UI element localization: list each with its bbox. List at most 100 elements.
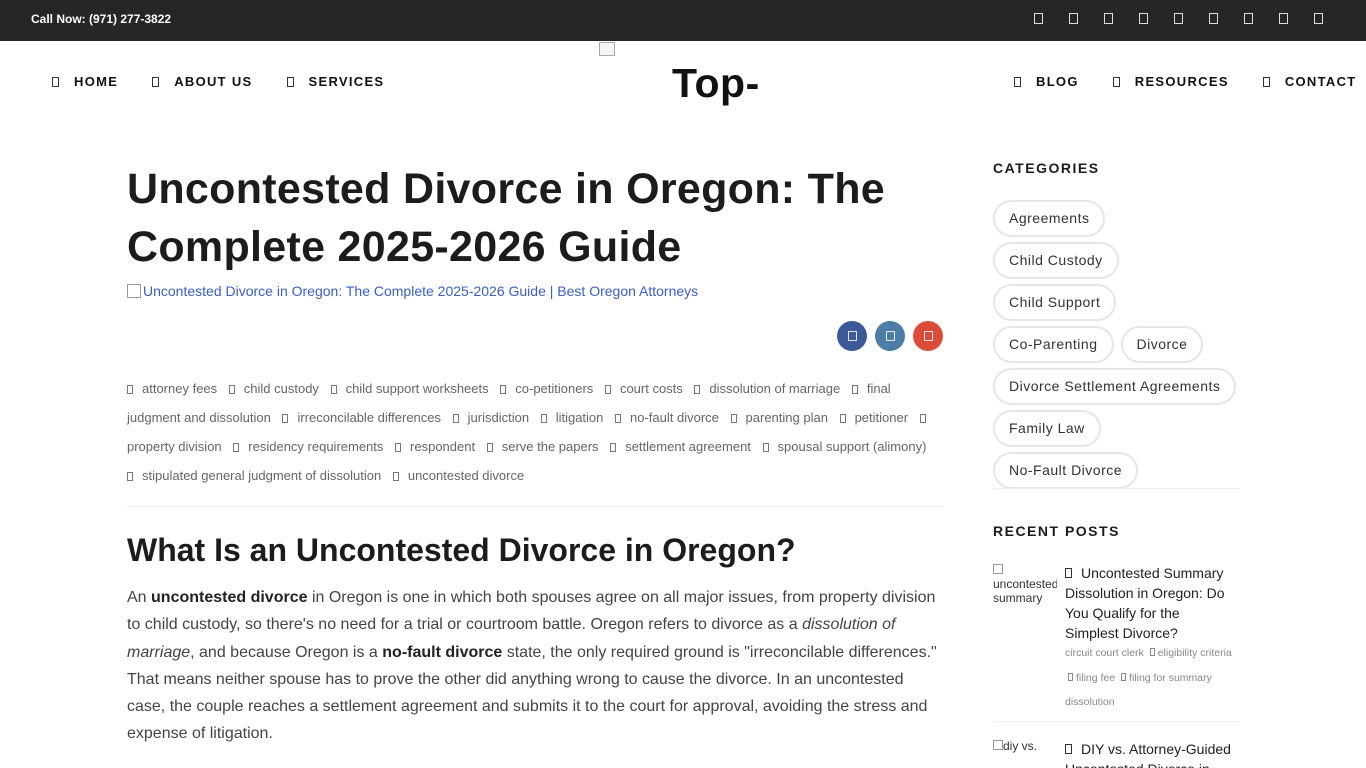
tag-link[interactable]: dissolution of marriage xyxy=(694,381,840,396)
tag-icon xyxy=(395,443,402,452)
tag-link[interactable]: parenting plan xyxy=(730,410,828,425)
tag-icon xyxy=(540,414,547,423)
post-tag-link[interactable]: filing fee xyxy=(1065,672,1115,684)
nav-item-contact[interactable]: CONTACT xyxy=(1262,74,1357,89)
tag-icon xyxy=(694,385,701,394)
post-title[interactable]: Uncontested Summary Dissolution in Orego… xyxy=(1065,563,1235,643)
tag-link[interactable]: no-fault divorce xyxy=(615,410,719,425)
facebook-share-button[interactable] xyxy=(837,321,867,351)
category-pill[interactable]: Child Support xyxy=(993,284,1117,321)
post-tag-link[interactable]: eligibility criteria xyxy=(1147,647,1232,659)
broken-image-icon xyxy=(993,740,1003,750)
tag-link[interactable]: spousal support (alimony) xyxy=(762,439,926,454)
post-thumbnail[interactable]: diy vs. xyxy=(993,739,1057,768)
book-icon xyxy=(1112,76,1120,87)
social-icon-5[interactable] xyxy=(1174,13,1183,24)
tag-icon xyxy=(392,472,399,481)
tag-icon xyxy=(1149,648,1155,656)
nav-item-resources[interactable]: RESOURCES xyxy=(1112,74,1229,89)
tag-icon xyxy=(127,472,133,481)
main-nav-right: BLOG RESOURCES CONTACT xyxy=(1014,74,1357,89)
category-pill[interactable]: Family Law xyxy=(993,410,1101,447)
article-featured-image[interactable]: Uncontested Divorce in Oregon: The Compl… xyxy=(127,283,943,299)
social-icon-8[interactable] xyxy=(1279,13,1288,24)
pen-icon xyxy=(1014,76,1021,87)
category-pill[interactable]: Agreements xyxy=(993,200,1106,237)
tag-icon xyxy=(282,414,289,423)
post-title[interactable]: DIY vs. Attorney-Guided Uncontested Divo… xyxy=(1065,739,1235,768)
article-tags: attorney fees child custody child suppor… xyxy=(127,374,943,490)
tag-icon xyxy=(127,385,133,394)
logo-image[interactable] xyxy=(599,42,615,56)
tag-icon xyxy=(1068,672,1073,681)
tag-link[interactable]: litigation xyxy=(540,410,603,425)
category-pill[interactable]: Divorce xyxy=(1120,326,1204,363)
category-pill[interactable]: No-Fault Divorce xyxy=(993,452,1139,489)
sidebar: CATEGORIES Agreements Child Custody Child … xyxy=(993,160,1240,768)
tag-link[interactable]: court costs xyxy=(604,381,683,396)
categories-list: Agreements Child Custody Child Support Co-P… xyxy=(993,200,1240,494)
tag-link[interactable]: child custody xyxy=(228,381,319,396)
tag-link[interactable]: co-petitioners xyxy=(500,381,593,396)
intro-paragraph: An uncontested divorce in Oregon is one … xyxy=(127,589,937,743)
tag-icon xyxy=(851,385,858,394)
tag-link[interactable]: settlement agreement xyxy=(610,439,751,454)
tag-link[interactable]: irreconcilable differences xyxy=(282,410,441,425)
nav-item-services[interactable]: SERVICES xyxy=(286,74,385,89)
section-heading: What Is an Uncontested Divorce in Oregon… xyxy=(127,532,796,568)
tag-link[interactable]: residency requirements xyxy=(233,439,383,454)
category-pill[interactable]: Co-Parenting xyxy=(993,326,1114,363)
home-icon xyxy=(52,76,59,87)
twitter-share-button[interactable] xyxy=(875,321,905,351)
article: Uncontested Divorce in Oregon: The Compl… xyxy=(127,160,943,742)
broken-image-icon xyxy=(127,284,141,298)
divider xyxy=(993,488,1240,489)
tag-link[interactable]: serve the papers xyxy=(486,439,599,454)
tag-icon xyxy=(610,443,617,452)
tag-icon xyxy=(486,443,493,452)
category-pill[interactable]: Child Custody xyxy=(993,242,1119,279)
post-tags: circuit court clerk eligibility criteria… xyxy=(1065,641,1235,715)
recent-posts-heading: RECENT POSTS xyxy=(993,523,1120,539)
tag-icon xyxy=(228,385,235,394)
category-pill[interactable]: Divorce Settlement Agreements xyxy=(993,368,1237,405)
social-icon-9[interactable] xyxy=(1314,13,1323,24)
broken-image-icon xyxy=(993,564,1003,574)
briefcase-icon xyxy=(286,76,294,87)
nav-item-blog[interactable]: BLOG xyxy=(1014,74,1079,89)
tag-link[interactable]: attorney fees xyxy=(127,381,217,396)
social-icon-4[interactable] xyxy=(1139,13,1148,24)
divider xyxy=(127,506,943,507)
document-icon xyxy=(1065,568,1072,578)
tag-icon xyxy=(615,414,622,423)
tag-link[interactable]: respondent xyxy=(395,439,475,454)
article-title: Uncontested Divorce in Oregon: The Compl… xyxy=(127,165,886,271)
call-now-text[interactable]: Call Now: (971) 277-3822 xyxy=(31,12,171,26)
social-icon-1[interactable] xyxy=(1034,13,1043,24)
social-icon-2[interactable] xyxy=(1069,13,1078,24)
tag-icon xyxy=(452,414,459,423)
tag-icon xyxy=(839,414,846,423)
social-icon-3[interactable] xyxy=(1104,13,1113,24)
nav-item-home[interactable]: HOME xyxy=(52,74,118,89)
post-thumbnail[interactable]: uncontested summary xyxy=(993,563,1057,611)
tag-icon xyxy=(762,443,769,452)
social-icon-6[interactable] xyxy=(1209,13,1218,24)
tag-icon xyxy=(604,385,611,394)
user-icon xyxy=(152,76,160,87)
social-icon-7[interactable] xyxy=(1244,13,1253,24)
tag-icon xyxy=(500,385,507,394)
tag-link[interactable]: stipulated general judgment of dissoluti… xyxy=(127,468,381,483)
post-tag-link[interactable]: circuit court clerk xyxy=(1065,647,1144,659)
divider xyxy=(993,721,1240,722)
share-buttons xyxy=(829,321,943,351)
logo-text[interactable]: Top- xyxy=(672,60,760,107)
nav-item-about-us[interactable]: ABOUT US xyxy=(152,74,252,89)
tag-link[interactable]: uncontested divorce xyxy=(392,468,524,483)
tag-link[interactable]: child support worksheets xyxy=(330,381,489,396)
social-icons-top xyxy=(1034,13,1349,24)
google-share-button[interactable] xyxy=(913,321,943,351)
envelope-icon xyxy=(1262,76,1270,87)
tag-link[interactable]: jurisdiction xyxy=(452,410,529,425)
tag-link[interactable]: petitioner xyxy=(839,410,908,425)
